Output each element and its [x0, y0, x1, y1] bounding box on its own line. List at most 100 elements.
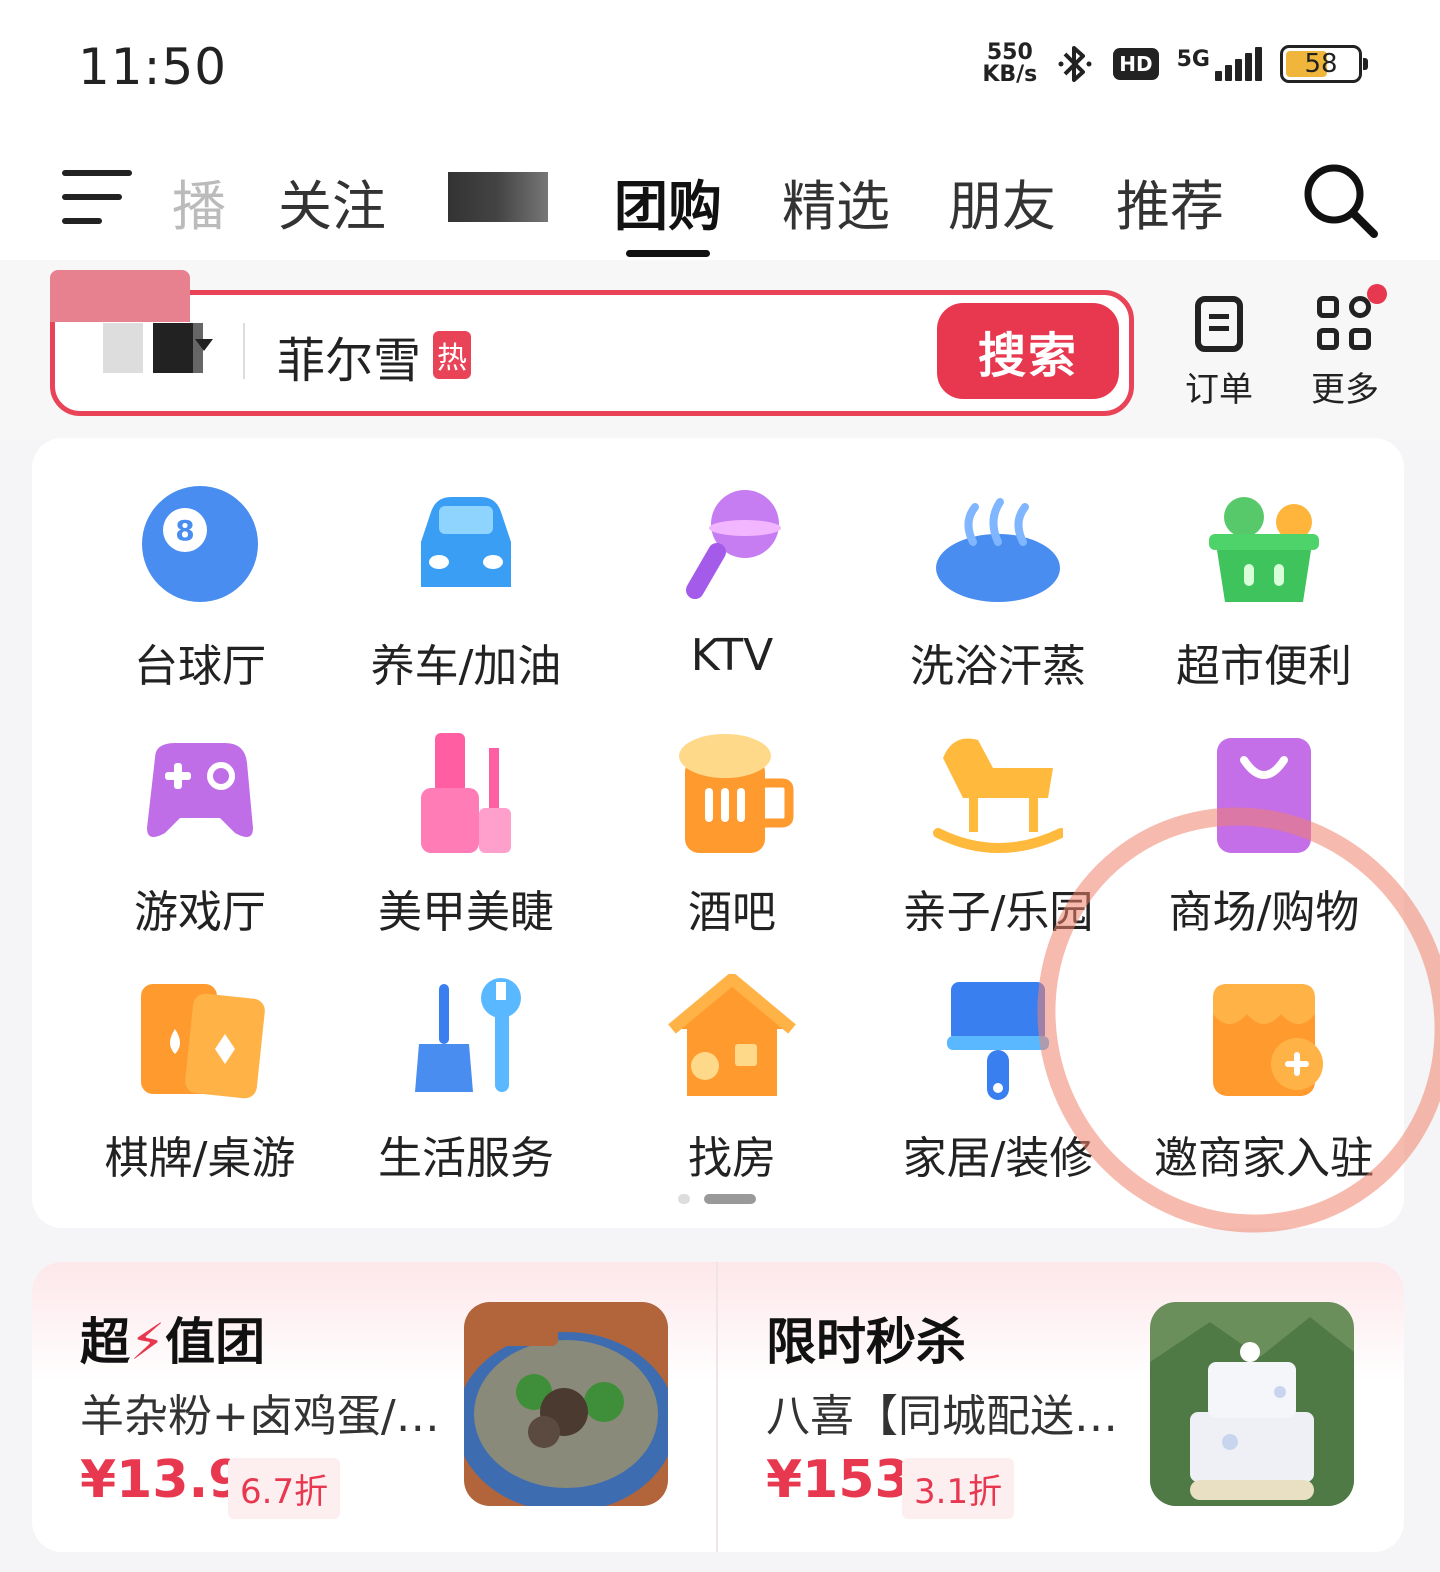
orders-button[interactable]: 订单 [1164, 296, 1274, 411]
tab-following[interactable]: 关注 [278, 162, 386, 241]
search-divider [243, 323, 245, 379]
category-chess-boardgames[interactable]: 棋牌/桌游 [70, 974, 330, 1186]
category-merchant-join[interactable]: 邀商家入驻 [1134, 974, 1394, 1186]
search-box[interactable]: 菲尔雪 热 搜索 [50, 290, 1134, 416]
store-add-icon [1213, 984, 1323, 1096]
menu-icon[interactable] [62, 170, 132, 226]
category-mall-shopping[interactable]: 商场/购物 [1134, 728, 1394, 940]
location-tab-decoration [50, 270, 190, 322]
order-icon [1195, 296, 1243, 352]
beer-mug-icon [679, 734, 794, 853]
page-dot-active [704, 1194, 756, 1204]
svg-text:8: 8 [175, 514, 194, 547]
orders-label: 订单 [1185, 370, 1253, 410]
active-tab-indicator [626, 250, 710, 257]
grocery-basket-icon [1209, 497, 1319, 602]
grid-more-icon [1317, 284, 1387, 352]
page-indicator [678, 1194, 756, 1204]
house-icon [668, 974, 796, 1096]
category-bath-sauna[interactable]: 洗浴汗蒸 [868, 482, 1128, 694]
category-label: 生活服务 [378, 1133, 554, 1184]
search-input[interactable]: 菲尔雪 [277, 321, 421, 391]
deal-discount: 3.1折 [902, 1458, 1015, 1519]
category-label: KTV [690, 630, 774, 681]
hd-badge: HD [1113, 48, 1159, 80]
gamepad-icon [147, 743, 253, 837]
category-home-decor[interactable]: 家居/装修 [868, 974, 1128, 1186]
nail-polish-icon [421, 733, 511, 853]
deal-price: ¥153 [766, 1450, 911, 1510]
category-label: 家居/装修 [902, 1133, 1094, 1184]
lamb-noodle-soup-photo[interactable] [464, 1302, 668, 1506]
tab-group-buy[interactable]: 团购 [614, 162, 722, 241]
battery-icon: 58 [1280, 45, 1368, 83]
category-nails-lashes[interactable]: 美甲美睫 [336, 728, 596, 940]
search-row: 菲尔雪 热 搜索 订单 更多 [0, 260, 1440, 440]
status-time: 11:50 [78, 38, 228, 96]
category-label: 洗浴汗蒸 [910, 641, 1086, 692]
category-label: 台球厅 [134, 641, 266, 692]
status-bar: 11:50 550 KB/s HD 5G 58 [0, 0, 1440, 130]
category-kids-park[interactable]: 亲子/乐园 [868, 728, 1128, 940]
billiard-ball-icon: 8 [142, 486, 258, 602]
category-life-services[interactable]: 生活服务 [336, 974, 596, 1186]
network-speed: 550 KB/s [982, 42, 1037, 86]
category-label: 棋牌/桌游 [104, 1133, 296, 1184]
more-label: 更多 [1311, 370, 1379, 410]
category-label: 找房 [688, 1133, 776, 1184]
category-label: 美甲美睫 [378, 887, 554, 938]
deal-price: ¥13.9 [80, 1450, 245, 1510]
search-icon[interactable] [1300, 160, 1380, 240]
category-arcade[interactable]: 游戏厅 [70, 728, 330, 940]
network-type: 5G [1176, 47, 1210, 72]
category-panel: 8 台球厅 养车/加油 KTV 洗浴汗蒸 超市便利 游戏厅 美甲美睫 酒吧 亲子… [32, 438, 1404, 1228]
deal-title: 超⚡值团 [80, 1313, 266, 1371]
deal-discount: 6.7折 [228, 1458, 341, 1519]
deal-title: 限时秒杀 [766, 1313, 966, 1371]
network-speed-unit: KB/s [982, 62, 1038, 87]
status-indicators: 550 KB/s HD 5G 58 [982, 40, 1368, 88]
blurred-tab[interactable] [448, 172, 548, 222]
category-label: 商场/购物 [1168, 887, 1360, 938]
category-label: 超市便利 [1176, 641, 1352, 692]
category-supermarket[interactable]: 超市便利 [1134, 482, 1394, 694]
bath-steam-icon [936, 498, 1060, 602]
category-find-home[interactable]: 找房 [602, 974, 862, 1186]
category-ktv[interactable]: KTV [602, 482, 862, 681]
category-billiards[interactable]: 8 台球厅 [70, 482, 330, 694]
deal-card-flash-sale[interactable]: 限时秒杀 八喜【同城配送… ¥153 3.1折 [718, 1262, 1402, 1552]
cell-signal-icon: 5G [1177, 47, 1262, 81]
category-car-fuel[interactable]: 养车/加油 [336, 482, 596, 694]
car-icon [421, 497, 511, 587]
deal-description: 八喜【同城配送… [766, 1391, 1118, 1442]
rocking-horse-icon [933, 738, 1063, 853]
location-selector[interactable] [103, 323, 203, 373]
category-label: 养车/加油 [370, 641, 562, 692]
network-speed-value: 550 [986, 40, 1033, 65]
bluetooth-icon [1058, 46, 1092, 82]
deals-panel: 超⚡值团 羊杂粉+卤鸡蛋/… ¥13.9 6.7折 限时秒杀 八喜【同城配送… … [32, 1262, 1404, 1552]
page-dot [678, 1194, 690, 1204]
chevron-down-icon[interactable] [195, 339, 213, 351]
category-bar[interactable]: 酒吧 [602, 728, 862, 940]
microphone-icon [686, 490, 781, 600]
tab-friends[interactable]: 朋友 [948, 162, 1056, 241]
shopping-bag-icon [1217, 738, 1311, 853]
tab-featured[interactable]: 精选 [782, 162, 890, 241]
tab-live[interactable]: 播 [172, 162, 226, 241]
top-nav: 播 关注 团购 精选 朋友 推荐 [0, 130, 1440, 260]
hot-badge: 热 [433, 331, 471, 379]
deal-card-value-group[interactable]: 超⚡值团 羊杂粉+卤鸡蛋/… ¥13.9 6.7折 [32, 1262, 716, 1552]
notification-dot [1367, 284, 1387, 304]
battery-level: 58 [1304, 49, 1338, 79]
search-button[interactable]: 搜索 [937, 303, 1119, 399]
category-label: 亲子/乐园 [902, 887, 1094, 938]
paint-brush-icon [947, 982, 1049, 1100]
more-button[interactable]: 更多 [1290, 284, 1400, 411]
deal-description: 羊杂粉+卤鸡蛋/… [80, 1391, 440, 1442]
playing-cards-icon [141, 984, 265, 1099]
category-label: 游戏厅 [134, 887, 266, 938]
category-label: 邀商家入驻 [1154, 1133, 1374, 1184]
layered-cake-photo[interactable] [1150, 1302, 1354, 1506]
tab-recommend[interactable]: 推荐 [1116, 162, 1224, 241]
